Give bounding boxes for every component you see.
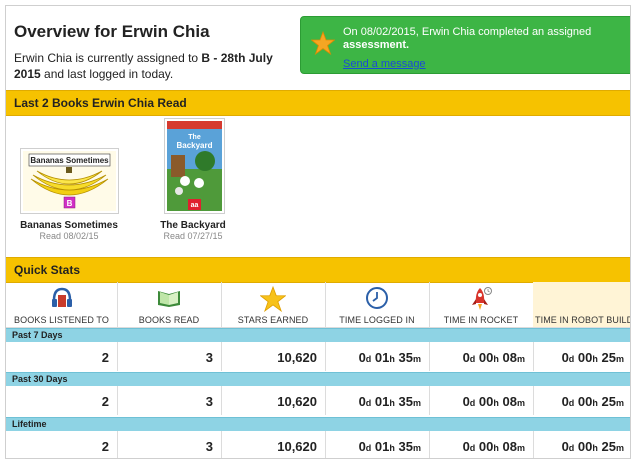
assignment-text: Erwin Chia is currently assigned to (14, 51, 202, 65)
quick-stats-header: Quick Stats (6, 257, 630, 283)
open-book-icon (158, 291, 180, 307)
student-overview-panel: Overview for Erwin Chia Erwin Chia is cu… (5, 5, 631, 459)
star-icon (260, 286, 286, 312)
headphones-book-icon (51, 287, 72, 307)
cell-books-read: 3 (117, 431, 222, 458)
book-title[interactable]: The Backyard (139, 220, 247, 231)
cell-time-in-robot-builder: 0d 00h 25m (561, 394, 624, 409)
cell-books-listened: 2 (6, 342, 118, 371)
cell-time-logged-in: 0d 01h 35m (325, 386, 430, 415)
book-item: Bananas Sometimes Read 08/02/15 (15, 220, 123, 241)
book-item: The Backyard Read 07/27/15 (139, 220, 247, 241)
stats-row-lifetime: 2 3 10,620 0d 01h 35m 0d 00h 08m 0d 00h … (6, 431, 630, 458)
cell-time-logged-in: 0d 01h 35m (325, 342, 430, 371)
col-label: TIME IN ROCKET (443, 315, 519, 325)
book-read-date: Read 08/02/15 (39, 231, 99, 241)
col-label: BOOKS READ (138, 315, 200, 325)
svg-text:Bananas Sometimes: Bananas Sometimes (30, 156, 109, 165)
stats-row-past-7-days: 2 3 10,620 0d 01h 35m 0d 00h 08m 0d 00h … (6, 342, 630, 371)
cell-time-logged-in: 0d 01h 35m (325, 431, 430, 458)
stats-row-past-30-days: 2 3 10,620 0d 01h 35m 0d 00h 08m 0d 00h … (6, 386, 630, 415)
svg-text:The: The (188, 134, 201, 141)
star-icon (311, 31, 335, 55)
cell-time-in-robot-builder: 0d 00h 25m (561, 439, 624, 454)
cell-stars-earned: 10,620 (221, 431, 326, 458)
period-label: Past 7 Days (12, 330, 63, 340)
cell-books-read: 3 (117, 386, 222, 415)
col-label: TIME LOGGED IN (339, 315, 415, 325)
col-time-in-robot-builder: TIME IN ROBOT BUILDER (533, 282, 630, 327)
activity-notification: On 08/02/2015, Erwin Chia completed an a… (300, 16, 630, 74)
period-label: Past 30 Days (12, 374, 68, 384)
rocket-icon (472, 287, 492, 310)
page-title: Overview for Erwin Chia (14, 22, 210, 41)
col-label: BOOKS LISTENED TO (14, 315, 109, 325)
svg-text:aa: aa (191, 202, 199, 209)
notification-text: On 08/02/2015, Erwin Chia completed an a… (343, 26, 592, 38)
col-label: STARS EARNED (237, 315, 309, 325)
cell-time-in-rocket: 0d 00h 08m (429, 386, 534, 415)
col-stars-earned: STARS EARNED (221, 282, 326, 327)
col-time-in-rocket: TIME IN ROCKET (429, 282, 534, 327)
assignment-summary: Erwin Chia is currently assigned to B - … (14, 50, 284, 82)
col-time-logged-in: TIME LOGGED IN (325, 282, 430, 327)
period-label: Lifetime (12, 419, 47, 429)
clock-icon (366, 287, 388, 309)
svg-text:B: B (67, 199, 73, 208)
cell-time-in-robot-builder: 0d 00h 25m (561, 350, 624, 365)
book-title[interactable]: Bananas Sometimes (15, 220, 123, 231)
cell-stars-earned: 10,620 (221, 386, 326, 415)
period-lifetime: Lifetime (6, 417, 630, 432)
svg-text:Backyard: Backyard (176, 141, 212, 150)
quick-stats-title: Quick Stats (14, 263, 81, 277)
col-books-read: BOOKS READ (117, 282, 222, 327)
last-login-text: and last logged in today. (40, 67, 174, 81)
cell-books-listened: 2 (6, 386, 118, 415)
col-label: TIME IN ROBOT BUILDER (535, 315, 630, 325)
cell-stars-earned: 10,620 (221, 342, 326, 371)
cell-books-read: 3 (117, 342, 222, 371)
col-books-listened: BOOKS LISTENED TO (6, 282, 118, 327)
cell-time-in-rocket: 0d 00h 08m (429, 342, 534, 371)
cell-time-in-rocket: 0d 00h 08m (429, 431, 534, 458)
backyard-cover-art: The Backyard aa (167, 121, 222, 211)
book-cover-the-backyard[interactable]: The Backyard aa (164, 118, 225, 214)
period-past-7-days: Past 7 Days (6, 328, 630, 343)
period-past-30-days: Past 30 Days (6, 372, 630, 387)
send-message-link[interactable]: Send a message (343, 58, 426, 70)
notification-message: On 08/02/2015, Erwin Chia completed an a… (343, 26, 618, 52)
book-cover-bananas-sometimes[interactable]: Bananas Sometimes B (20, 148, 119, 214)
books-section-header: Last 2 Books Erwin Chia Read (6, 90, 630, 116)
cell-books-listened: 2 (6, 431, 118, 458)
bananas-cover-art: Bananas Sometimes B (23, 151, 116, 211)
book-read-date: Read 07/27/15 (163, 231, 223, 241)
notification-highlight: assessment. (343, 39, 410, 51)
books-section-title: Last 2 Books Erwin Chia Read (14, 96, 187, 110)
